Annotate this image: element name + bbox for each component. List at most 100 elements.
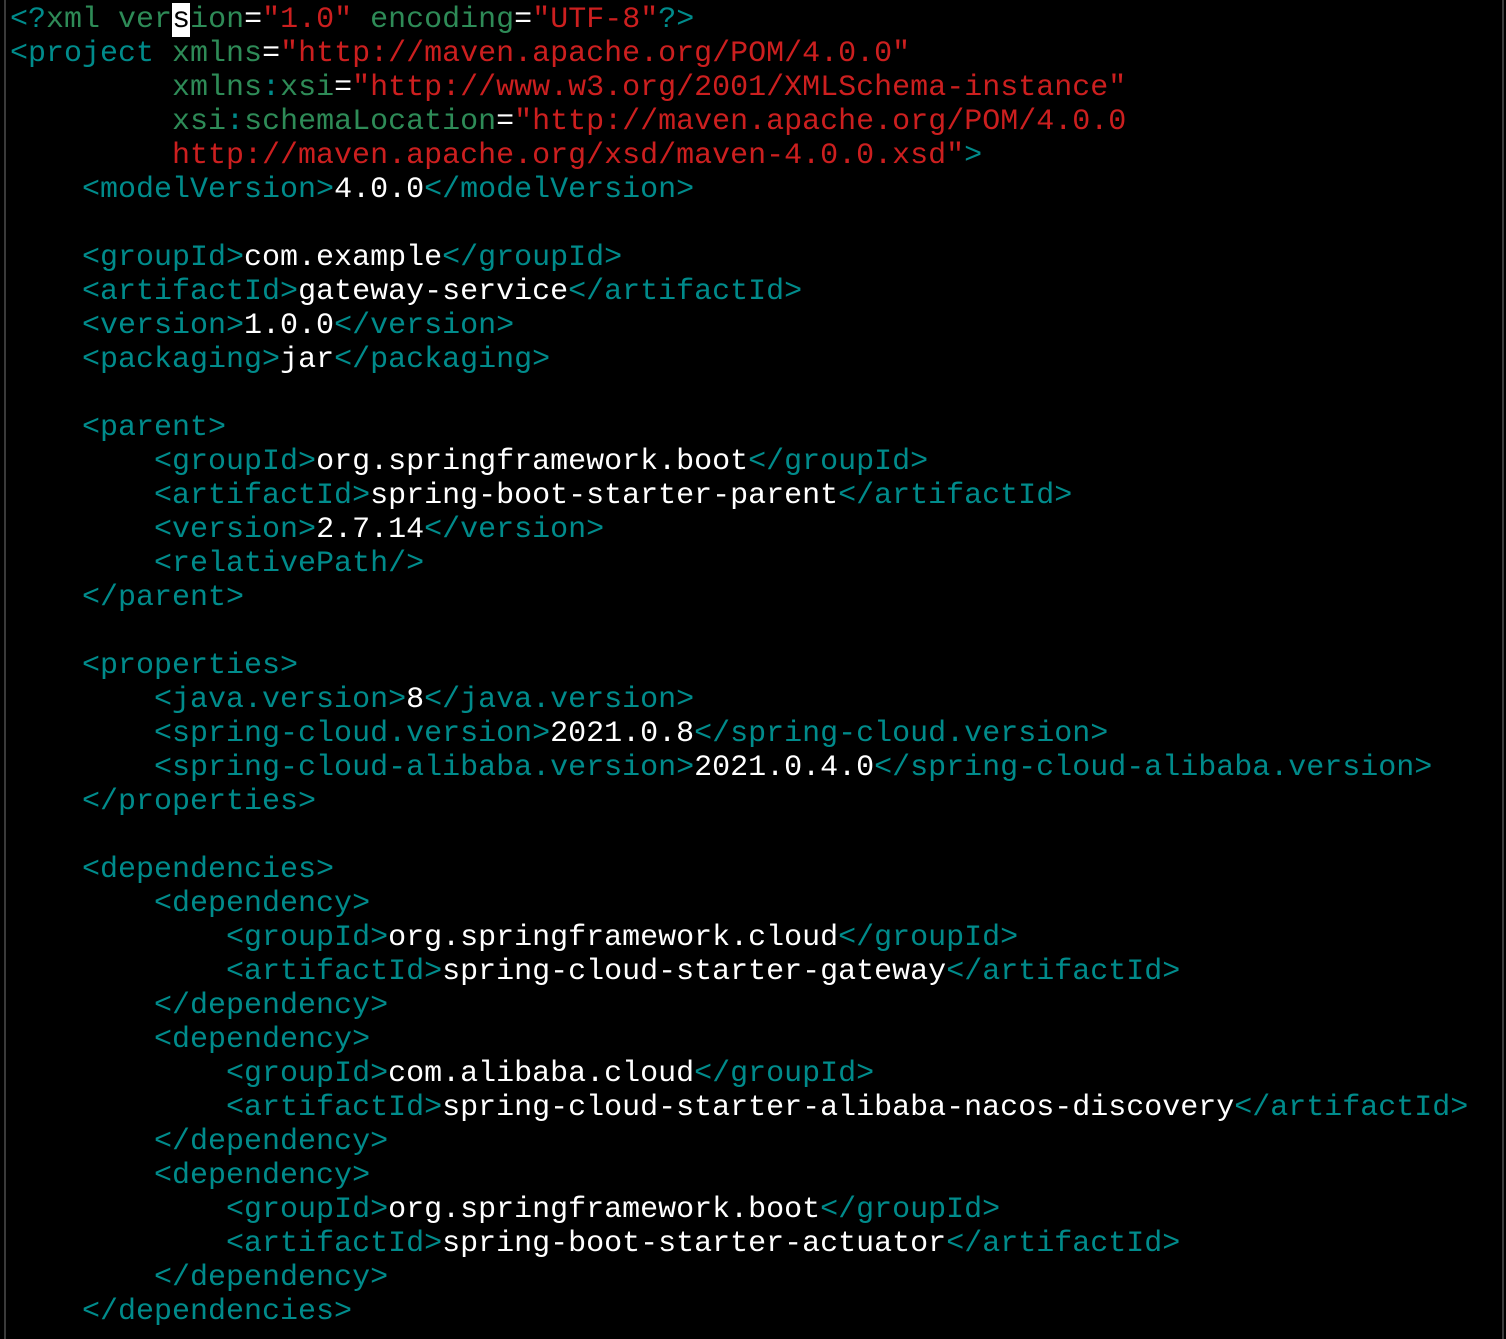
code-line[interactable]: <properties>: [10, 649, 1502, 683]
code-token-tag: <groupId>: [226, 921, 389, 955]
code-token-tag: <groupId>: [82, 241, 245, 275]
code-line[interactable]: [10, 377, 1502, 411]
code-line[interactable]: <groupId>com.example</groupId>: [10, 241, 1502, 275]
code-line[interactable]: [10, 615, 1502, 649]
code-line[interactable]: <version>1.0.0</version>: [10, 309, 1502, 343]
code-line[interactable]: <artifactId>spring-boot-starter-actuator…: [10, 1227, 1502, 1261]
code-token-tag: </version>: [334, 309, 515, 343]
code-line[interactable]: <dependencies>: [10, 853, 1502, 887]
code-line[interactable]: xsi:schemaLocation="http://maven.apache.…: [10, 105, 1502, 139]
code-token-tag: <version>: [82, 309, 245, 343]
code-token-tag: <modelVersion>: [82, 173, 335, 207]
code-token-tag: </dependencies>: [82, 1295, 353, 1329]
text-editor[interactable]: <?xml version="1.0" encoding="UTF-8"?> <p…: [6, 0, 1502, 1329]
code-token-punc: ?>: [658, 3, 695, 37]
code-line[interactable]: <relativePath/>: [10, 547, 1502, 581]
code-line[interactable]: </properties>: [10, 785, 1502, 819]
code-token-tag: </packaging>: [334, 343, 551, 377]
code-token-punc: >: [964, 139, 983, 173]
code-token-txt: 2021.0.8: [550, 717, 695, 751]
code-line[interactable]: <artifactId>spring-cloud-starter-alibaba…: [10, 1091, 1502, 1125]
code-line[interactable]: <java.version>8</java.version>: [10, 683, 1502, 717]
code-token-tag: </artifactId>: [838, 479, 1073, 513]
code-token-tag: </artifactId>: [1234, 1091, 1469, 1125]
code-line[interactable]: <artifactId>gateway-service</artifactId>: [10, 275, 1502, 309]
code-line[interactable]: </dependency>: [10, 1261, 1502, 1295]
code-token-tag: <groupId>: [226, 1057, 389, 1091]
code-token-tag: <artifactId>: [226, 1091, 443, 1125]
code-line[interactable]: <version>2.7.14</version>: [10, 513, 1502, 547]
code-token-txt: 2.7.14: [316, 513, 425, 547]
code-line[interactable]: <artifactId>spring-boot-starter-parent</…: [10, 479, 1502, 513]
code-token-txt: 4.0.0: [334, 173, 425, 207]
code-line[interactable]: <?xml version="1.0" encoding="UTF-8"?>: [10, 3, 1502, 37]
code-line[interactable]: <dependency>: [10, 887, 1502, 921]
code-token-str: http://maven.apache.org/xsd/maven-4.0.0.…: [172, 139, 965, 173]
code-token-tag: </dependency>: [154, 989, 389, 1023]
code-token-txt: com.alibaba.cloud: [388, 1057, 695, 1091]
code-token-attr: xml: [46, 3, 101, 37]
code-token-eq: =: [334, 71, 353, 105]
code-line[interactable]: <groupId>org.springframework.cloud</grou…: [10, 921, 1502, 955]
code-line[interactable]: <project xmlns="http://maven.apache.org/…: [10, 37, 1502, 71]
code-token-attr: xsi: [172, 105, 227, 139]
code-line[interactable]: <spring-cloud-alibaba.version>2021.0.4.0…: [10, 751, 1502, 785]
code-line[interactable]: </dependencies>: [10, 1295, 1502, 1329]
code-token-tag: <artifactId>: [82, 275, 299, 309]
code-line[interactable]: <groupId>com.alibaba.cloud</groupId>: [10, 1057, 1502, 1091]
code-line[interactable]: <groupId>org.springframework.boot</group…: [10, 1193, 1502, 1227]
code-token-tag: </groupId>: [748, 445, 929, 479]
code-token-tag: </version>: [424, 513, 605, 547]
code-line[interactable]: <modelVersion>4.0.0</modelVersion>: [10, 173, 1502, 207]
code-line[interactable]: <groupId>org.springframework.boot</group…: [10, 445, 1502, 479]
code-line[interactable]: [10, 207, 1502, 241]
code-token-tag: <properties>: [82, 649, 299, 683]
code-line[interactable]: </dependency>: [10, 989, 1502, 1023]
code-token-tag: <dependency>: [154, 887, 371, 921]
code-token-tag: </properties>: [82, 785, 317, 819]
text-cursor: s: [172, 3, 191, 37]
code-token-txt: spring-boot-starter-actuator: [442, 1227, 947, 1261]
code-token-attr: schemaLocation: [244, 105, 497, 139]
code-token-str: "http://www.w3.org/2001/XMLSchema-instan…: [352, 71, 1127, 105]
code-line[interactable]: </dependency>: [10, 1125, 1502, 1159]
code-token-tag: <java.version>: [154, 683, 407, 717]
code-line[interactable]: <parent>: [10, 411, 1502, 445]
code-line[interactable]: xmlns:xsi="http://www.w3.org/2001/XMLSch…: [10, 71, 1502, 105]
code-token-txt: 1.0.0: [244, 309, 335, 343]
code-line[interactable]: <spring-cloud.version>2021.0.8</spring-c…: [10, 717, 1502, 751]
code-line[interactable]: http://maven.apache.org/xsd/maven-4.0.0.…: [10, 139, 1502, 173]
code-line[interactable]: </parent>: [10, 581, 1502, 615]
code-token-str: "UTF-8": [532, 3, 659, 37]
code-line[interactable]: <dependency>: [10, 1159, 1502, 1193]
code-token-tag: <project: [10, 37, 155, 71]
code-line[interactable]: <dependency>: [10, 1023, 1502, 1057]
code-token-tag: <groupId>: [226, 1193, 389, 1227]
code-token-tag: </artifactId>: [946, 1227, 1181, 1261]
code-line[interactable]: [10, 819, 1502, 853]
terminal-window: <?xml version="1.0" encoding="UTF-8"?> <p…: [4, 0, 1504, 1339]
code-line[interactable]: <packaging>jar</packaging>: [10, 343, 1502, 377]
code-token-attr: ver: [118, 3, 173, 37]
code-token-tag: </groupId>: [820, 1193, 1001, 1227]
code-token-txt: jar: [280, 343, 335, 377]
code-line[interactable]: <artifactId>spring-cloud-starter-gateway…: [10, 955, 1502, 989]
code-token-tag: </modelVersion>: [424, 173, 695, 207]
code-token-tag: <dependency>: [154, 1023, 371, 1057]
